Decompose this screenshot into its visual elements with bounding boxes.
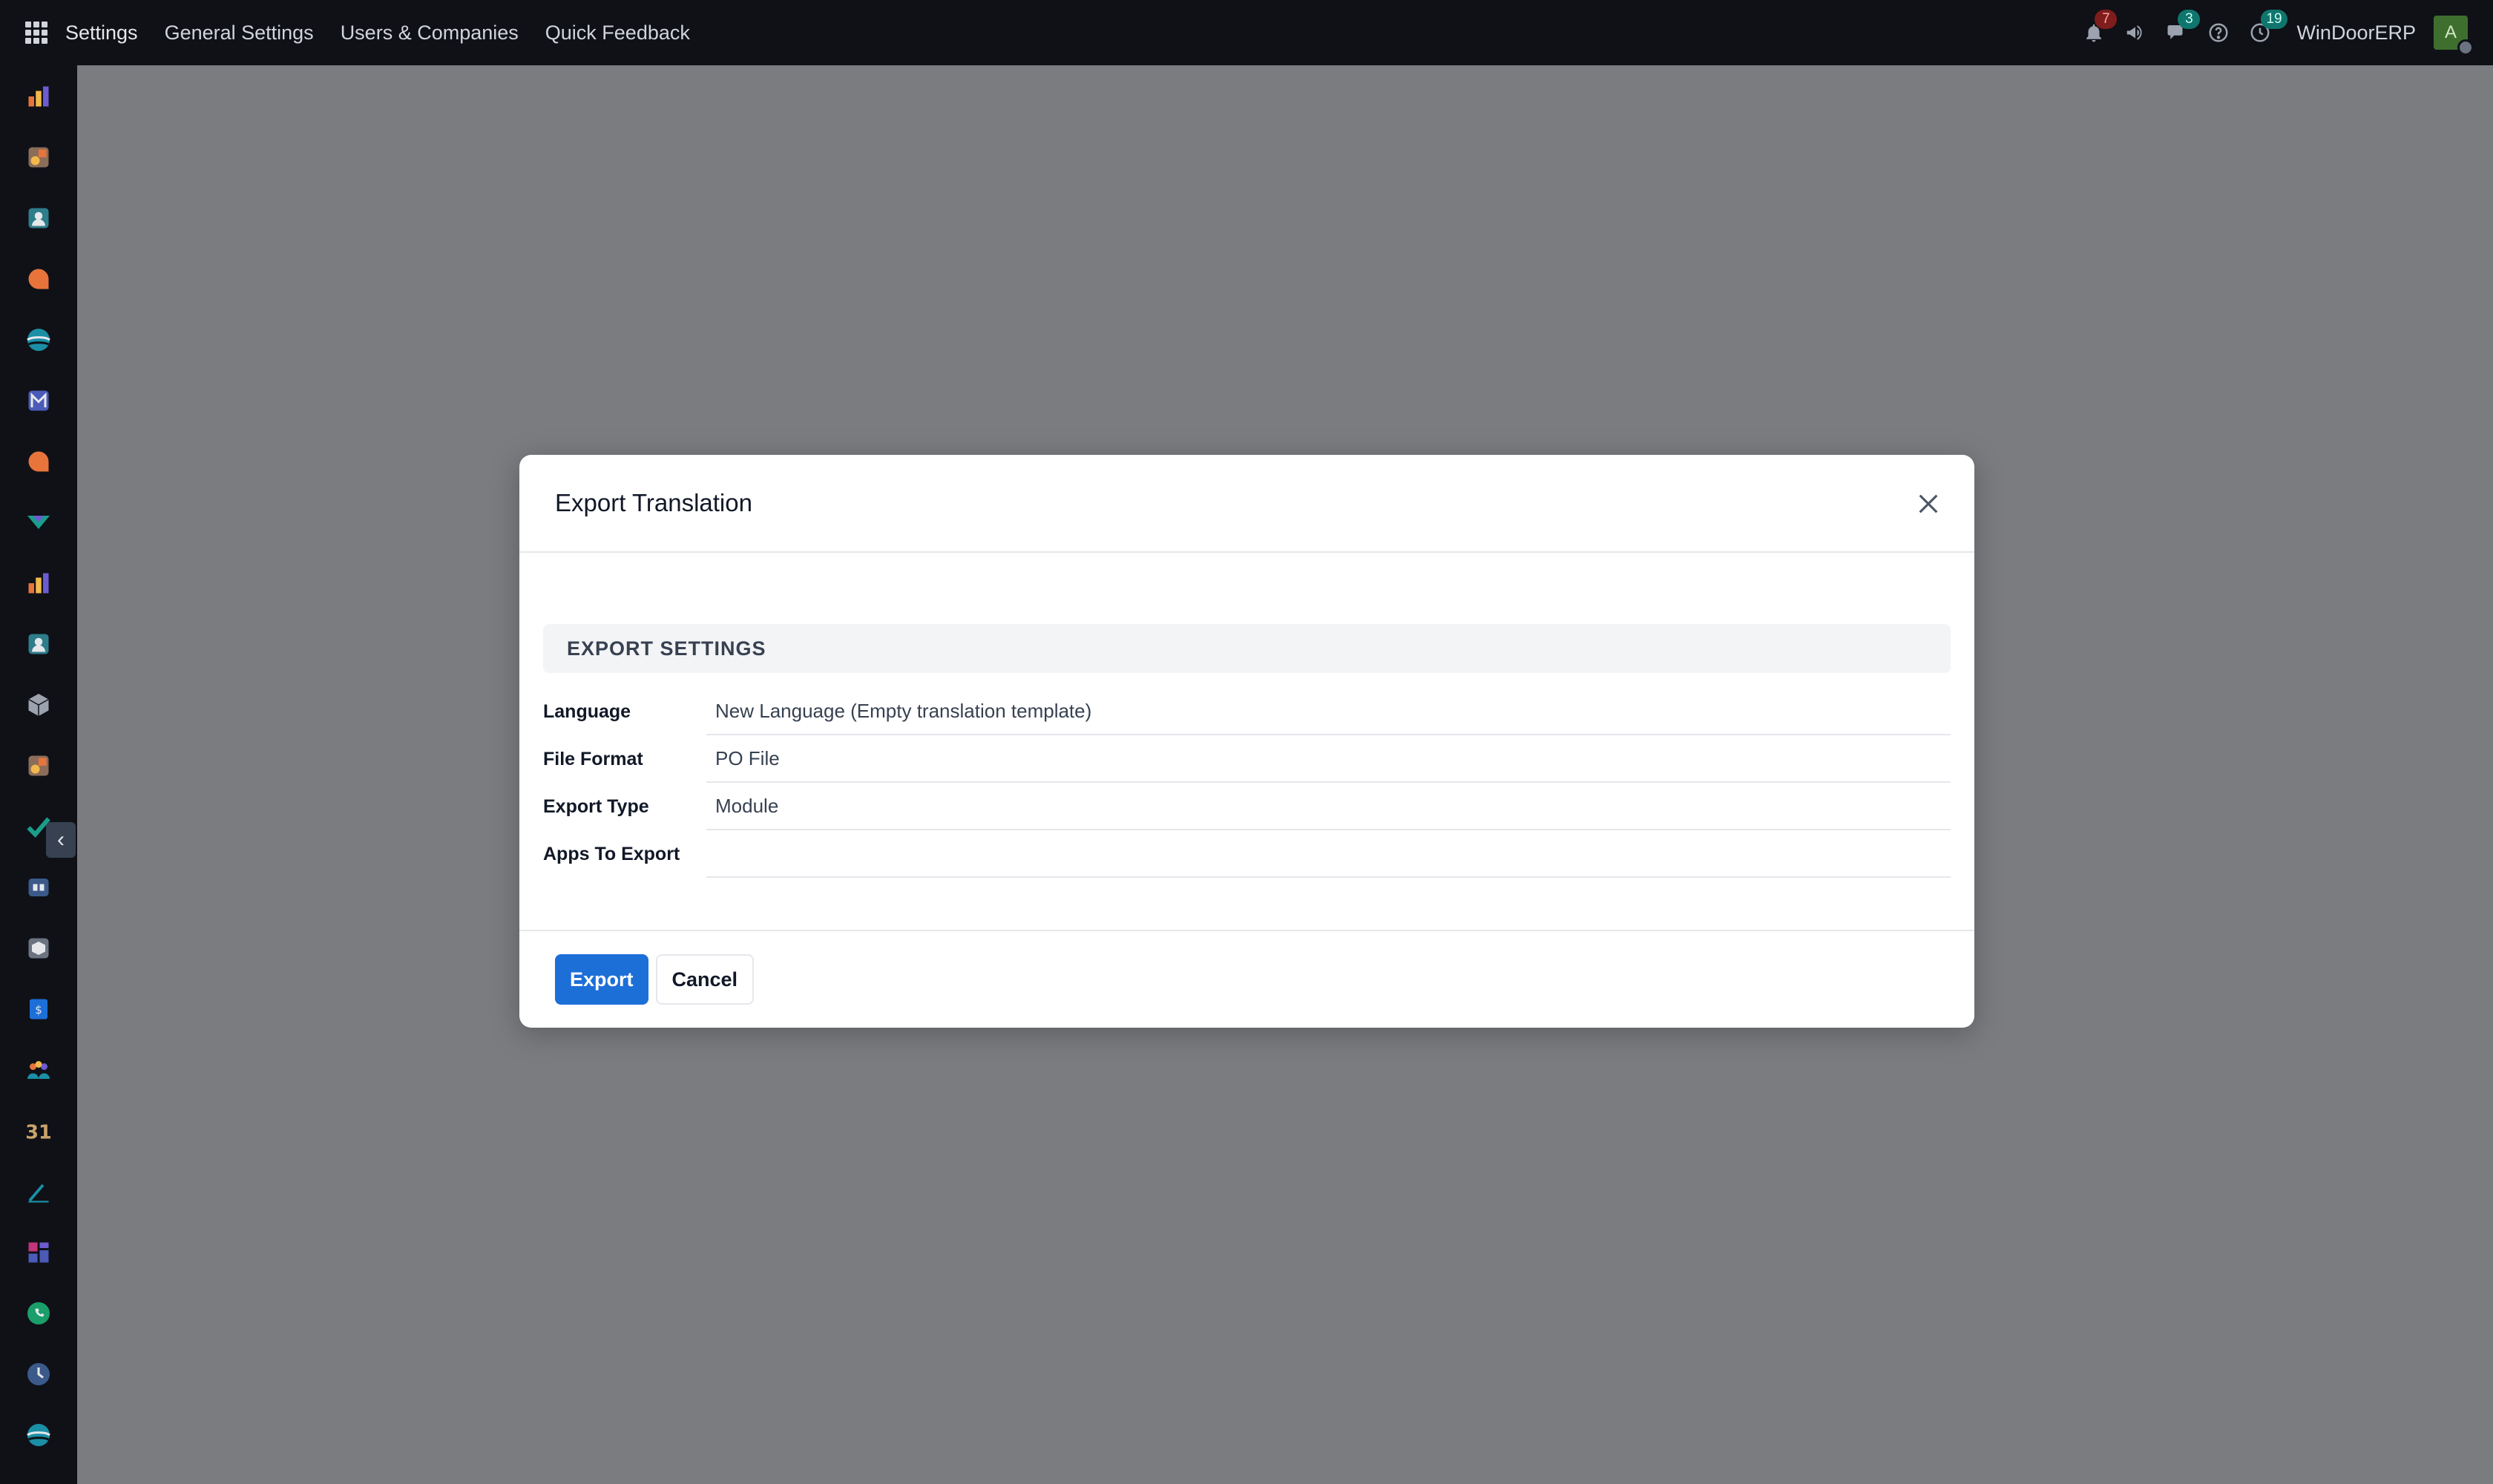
project-app-icon[interactable] [25, 144, 52, 171]
knowledge-app-icon[interactable] [25, 874, 52, 901]
contacts-app-icon[interactable] [25, 205, 52, 232]
top-navbar: Settings General Settings Users & Compan… [0, 0, 2493, 65]
language-select[interactable]: New Language (Empty translation template… [706, 688, 1951, 735]
dialog-header: Export Translation [519, 455, 1974, 553]
dialog-title: Export Translation [555, 489, 752, 516]
company-switcher[interactable]: WinDoorERP [2296, 22, 2416, 45]
export-translation-dialog: Export Translation EXPORT SETTINGS Langu… [519, 455, 1974, 1028]
whatsapp-app-icon[interactable] [25, 1300, 52, 1327]
menu-settings[interactable]: Settings [65, 22, 138, 45]
export-type-select[interactable]: Module [706, 783, 1951, 830]
dialog-body: EXPORT SETTINGS Language New Language (E… [519, 553, 1974, 939]
notifications-badge: 7 [2095, 10, 2118, 29]
dialog-footer: Export Cancel [519, 930, 1974, 1028]
mail-app-icon[interactable] [25, 387, 52, 414]
svg-text:31: 31 [25, 1122, 52, 1144]
team-app-icon[interactable] [25, 1057, 52, 1083]
export-button[interactable]: Export [555, 954, 648, 1005]
dashboards-app-icon[interactable] [25, 1239, 52, 1266]
chat-icon[interactable]: 3 [2164, 10, 2201, 45]
apps-grid-icon[interactable] [25, 22, 47, 44]
svg-text:$: $ [35, 1003, 42, 1017]
calendar-app-icon[interactable]: 31 [25, 1117, 52, 1144]
inventory-app-icon[interactable] [25, 692, 52, 718]
cancel-button[interactable]: Cancel [655, 954, 755, 1005]
menu-general-settings[interactable]: General Settings [165, 22, 314, 45]
app-sidebar: $ 31 ‹ [0, 65, 77, 1484]
menu-quick-feedback[interactable]: Quick Feedback [545, 22, 690, 45]
timesheet-app-icon[interactable] [25, 1361, 52, 1388]
topbar-right: 7 3 19 WinDoorERP A [2081, 0, 2493, 65]
field-label: Apps To Export [543, 843, 680, 864]
clock-icon[interactable]: 19 [2247, 10, 2287, 45]
reporting-app-icon[interactable] [25, 570, 52, 597]
field-label: File Format [543, 748, 643, 769]
user-avatar[interactable]: A [2434, 16, 2474, 56]
close-icon[interactable] [1914, 489, 1943, 519]
field-file-format: File Format PO File [543, 735, 1951, 783]
field-label: Language [543, 700, 631, 722]
field-label: Export Type [543, 795, 649, 817]
bell-icon[interactable]: 7 [2081, 10, 2118, 45]
website-app-icon[interactable] [25, 326, 52, 353]
section-export-settings: EXPORT SETTINGS [543, 624, 1951, 673]
apps-to-export-input[interactable] [706, 830, 1951, 878]
top-menu: Settings General Settings Users & Compan… [65, 22, 690, 45]
file-format-select[interactable]: PO File [706, 735, 1951, 783]
collapse-sidebar-chevron-icon[interactable]: ‹ [46, 822, 76, 858]
status-dot-icon [2457, 39, 2474, 56]
avatar-letter: A [2444, 22, 2457, 42]
field-export-type: Export Type Module [543, 783, 1951, 830]
planning-app-icon[interactable] [25, 752, 52, 779]
invoicing-app-icon[interactable]: $ [25, 996, 52, 1022]
discuss-app-icon[interactable] [25, 266, 52, 292]
field-apps-to-export: Apps To Export [543, 830, 1951, 878]
field-language: Language New Language (Empty translation… [543, 688, 1951, 735]
livechat-app-icon[interactable] [25, 448, 52, 475]
activities-badge: 19 [2261, 10, 2287, 29]
help-icon[interactable] [2206, 20, 2231, 45]
menu-users-companies[interactable]: Users & Companies [341, 22, 519, 45]
dashboard-app-icon[interactable] [25, 83, 52, 110]
employees-app-icon[interactable] [25, 631, 52, 657]
messages-badge: 3 [2178, 10, 2201, 29]
website-builder-app-icon[interactable] [25, 1422, 52, 1448]
purchase-app-icon[interactable] [25, 509, 52, 536]
sign-app-icon[interactable] [25, 1178, 52, 1205]
apps-store-icon[interactable] [25, 935, 52, 962]
megaphone-icon[interactable] [2123, 20, 2148, 45]
